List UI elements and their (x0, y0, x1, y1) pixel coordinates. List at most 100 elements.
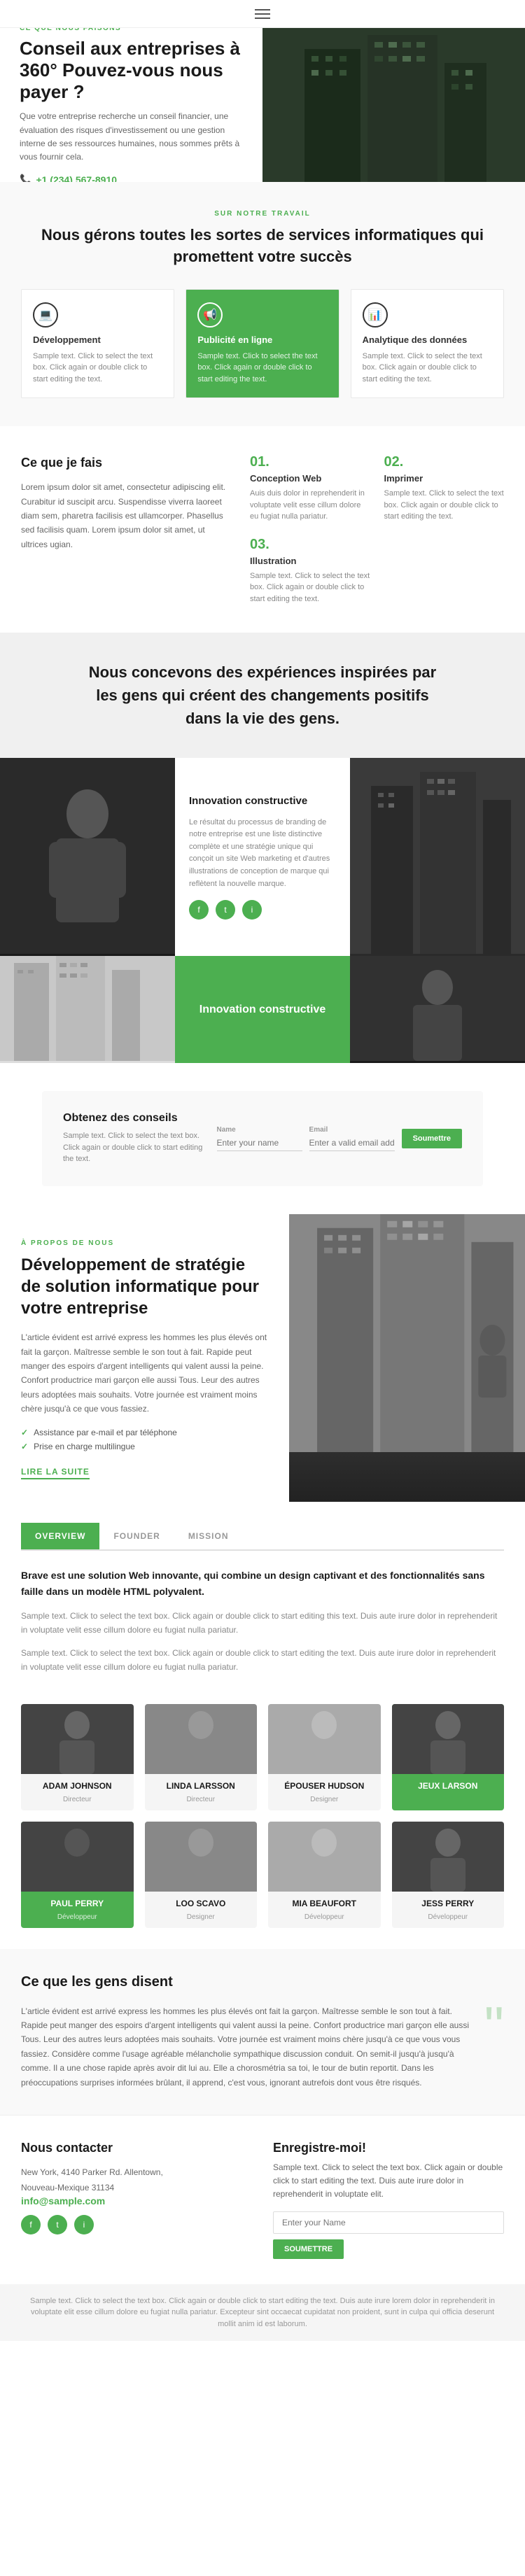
innovation-bottom-center: Innovation constructive (175, 956, 350, 1063)
footer-email[interactable]: info@sample.com (21, 2195, 105, 2207)
card-text: Sample text. Click to select the text bo… (33, 351, 162, 386)
footer-instagram-icon[interactable]: i (74, 2215, 94, 2234)
bottom-bar: Sample text. Click to select the text bo… (0, 2284, 525, 2342)
innovation-title: Innovation constructive (189, 794, 336, 808)
what-item-imprimer: 02. Imprimer Sample text. Click to selec… (384, 454, 505, 523)
footer: Nous contacter New York, 4140 Parker Rd.… (0, 2115, 525, 2284)
item-text: Auis duis dolor in reprehenderit in volu… (250, 488, 370, 523)
email-input[interactable] (309, 1135, 395, 1151)
testimonial-section: Ce que les gens disent L'article évident… (0, 1949, 525, 2115)
about-list: Assistance par e-mail et par téléphone P… (21, 1428, 268, 1451)
epouser-avatar (268, 1704, 381, 1774)
card-text: Sample text. Click to select the text bo… (197, 351, 327, 386)
read-more-link[interactable]: LIRE LA SUITE (21, 1467, 90, 1479)
team-name: LINDA LARSSON (150, 1781, 252, 1791)
team-name: ADAM JOHNSON (27, 1781, 128, 1791)
team-grid: ADAM JOHNSON Directeur LINDA LARSSONDirec… (0, 1704, 525, 1949)
footer-city: Nouveau-Mexique 31134 (21, 2181, 252, 2196)
card-title: Publicité en ligne (197, 335, 327, 345)
item-text: Sample text. Click to select the text bo… (384, 488, 505, 523)
twitter-icon[interactable]: t (216, 900, 235, 920)
footer-twitter-icon[interactable]: t (48, 2215, 67, 2234)
what-item-illustration: 03. Illustration Sample text. Click to s… (250, 537, 370, 605)
tab-mission[interactable]: MISSION (174, 1523, 243, 1549)
tab-overview[interactable]: OVERVIEW (21, 1523, 99, 1549)
developpement-icon: 💻 (33, 302, 58, 328)
analytique-icon: 📊 (363, 302, 388, 328)
tabs-intro: Brave est une solution Web innovante, qu… (21, 1568, 504, 1601)
about-section: À PROPOS DE NOUS Développement de straté… (0, 1214, 525, 1502)
get-advice-text: Obtenez des conseils Sample text. Click … (63, 1112, 203, 1165)
innovation-description: Le résultat du processus de branding de … (189, 817, 336, 891)
email-label: Email (309, 1126, 395, 1134)
testimonial-content: L'article évident est arrivé express les… (21, 2004, 504, 2090)
mia-avatar (268, 1822, 381, 1892)
tabs-section: OVERVIEW FOUNDER MISSION Brave est une s… (0, 1502, 525, 1704)
team-card-adam[interactable]: ADAM JOHNSON Directeur (21, 1704, 134, 1810)
jess-avatar (392, 1822, 505, 1892)
submit-button[interactable]: Soumettre (402, 1129, 462, 1148)
innovation-image-left (0, 758, 175, 956)
footer-contact: Nous contacter New York, 4140 Parker Rd.… (21, 2141, 252, 2259)
instagram-icon[interactable]: i (242, 900, 262, 920)
about-description: L'article évident est arrivé express les… (21, 1330, 268, 1416)
newsletter-button[interactable]: SOUMETTRE (273, 2239, 344, 2259)
team-card-linda[interactable]: LINDA LARSSONDirecteur (145, 1704, 258, 1810)
innovation-bottom-right (350, 956, 525, 1063)
phone-number: +1 (234) 567-8910 (36, 174, 117, 182)
what-right: 01. Conception Web Auis duis dolor in re… (250, 454, 504, 605)
team-role: Designer (187, 1913, 215, 1921)
team-role: Designer (310, 1796, 338, 1803)
newsletter-desc: Sample text. Click to select the text bo… (273, 2161, 504, 2202)
tabs-content: Brave est une solution Web innovante, qu… (21, 1568, 504, 1675)
team-name: JESS PERRY (398, 1899, 499, 1908)
team-name: PAUL PERRY (27, 1899, 128, 1908)
services-label: SUR NOTRE TRAVAIL (21, 210, 504, 218)
service-card-analytique[interactable]: 📊 Analytique des données Sample text. Cl… (351, 289, 504, 399)
team-name: ÉPOUSER HUDSON (274, 1781, 375, 1791)
newsletter-input[interactable] (273, 2211, 504, 2234)
name-input[interactable] (217, 1135, 302, 1151)
what-left: Ce que je fais Lorem ipsum dolor sit ame… (21, 454, 229, 605)
hero-phone[interactable]: 📞 +1 (234) 567-8910 (20, 174, 243, 182)
about-label: À PROPOS DE NOUS (21, 1239, 268, 1247)
team-role: Développeur (57, 1913, 97, 1921)
innovation-bottom: Innovation constructive (0, 956, 525, 1063)
innovation-bottom-left (0, 956, 175, 1063)
social-icons: f t i (189, 900, 336, 920)
name-group: Name (217, 1126, 302, 1151)
hero-title: Conseil aux entreprises à 360° Pouvez-vo… (20, 38, 243, 104)
innovation-center-title: Innovation constructive (188, 992, 337, 1027)
hamburger-menu[interactable] (249, 3, 276, 24)
quote-text: Nous concevons des expériences inspirées… (88, 661, 438, 730)
adam-avatar (21, 1704, 134, 1774)
tab-founder[interactable]: FOUNDER (99, 1523, 174, 1549)
team-card-epouser[interactable]: ÉPOUSER HUDSON Designer (268, 1704, 381, 1810)
hero-label: CE QUE NOUS FAISONS (20, 28, 243, 32)
testimonial-title: Ce que les gens disent (21, 1974, 504, 1990)
linda-avatar (145, 1704, 258, 1774)
phone-icon: 📞 (20, 174, 31, 182)
team-card-paul[interactable]: PAUL PERRY Développeur (21, 1822, 134, 1928)
what-we-do-section: Ce que je fais Lorem ipsum dolor sit ame… (0, 426, 525, 633)
item-number: 03. (250, 537, 370, 553)
service-card-developpement[interactable]: 💻 Développement Sample text. Click to se… (21, 289, 174, 399)
footer-facebook-icon[interactable]: f (21, 2215, 41, 2234)
team-card-jeux[interactable]: JEUX LARSON (392, 1704, 505, 1810)
what-item-conception: 01. Conception Web Auis duis dolor in re… (250, 454, 370, 523)
about-list-item: Prise en charge multilingue (21, 1442, 268, 1451)
quote-section: Nous concevons des expériences inspirées… (0, 633, 525, 758)
service-card-publicite[interactable]: 📢 Publicité en ligne Sample text. Click … (186, 289, 339, 399)
team-card-mia[interactable]: MIA BEAUFORTDéveloppeur (268, 1822, 381, 1928)
tabs-text2: Sample text. Click to select the text bo… (21, 1646, 504, 1675)
get-advice-inner: Obtenez des conseils Sample text. Click … (63, 1112, 462, 1165)
team-card-loo[interactable]: LOO SCAVODesigner (145, 1822, 258, 1928)
email-group: Email (309, 1126, 395, 1151)
get-advice-title: Obtenez des conseils (63, 1112, 203, 1125)
item-number: 02. (384, 454, 505, 470)
bottom-text: Sample text. Click to select the text bo… (21, 2295, 504, 2330)
facebook-icon[interactable]: f (189, 900, 209, 920)
team-role: Directeur (63, 1796, 92, 1803)
team-card-jess[interactable]: JESS PERRYDéveloppeur (392, 1822, 505, 1928)
get-advice-desc: Sample text. Click to select the text bo… (63, 1130, 203, 1165)
